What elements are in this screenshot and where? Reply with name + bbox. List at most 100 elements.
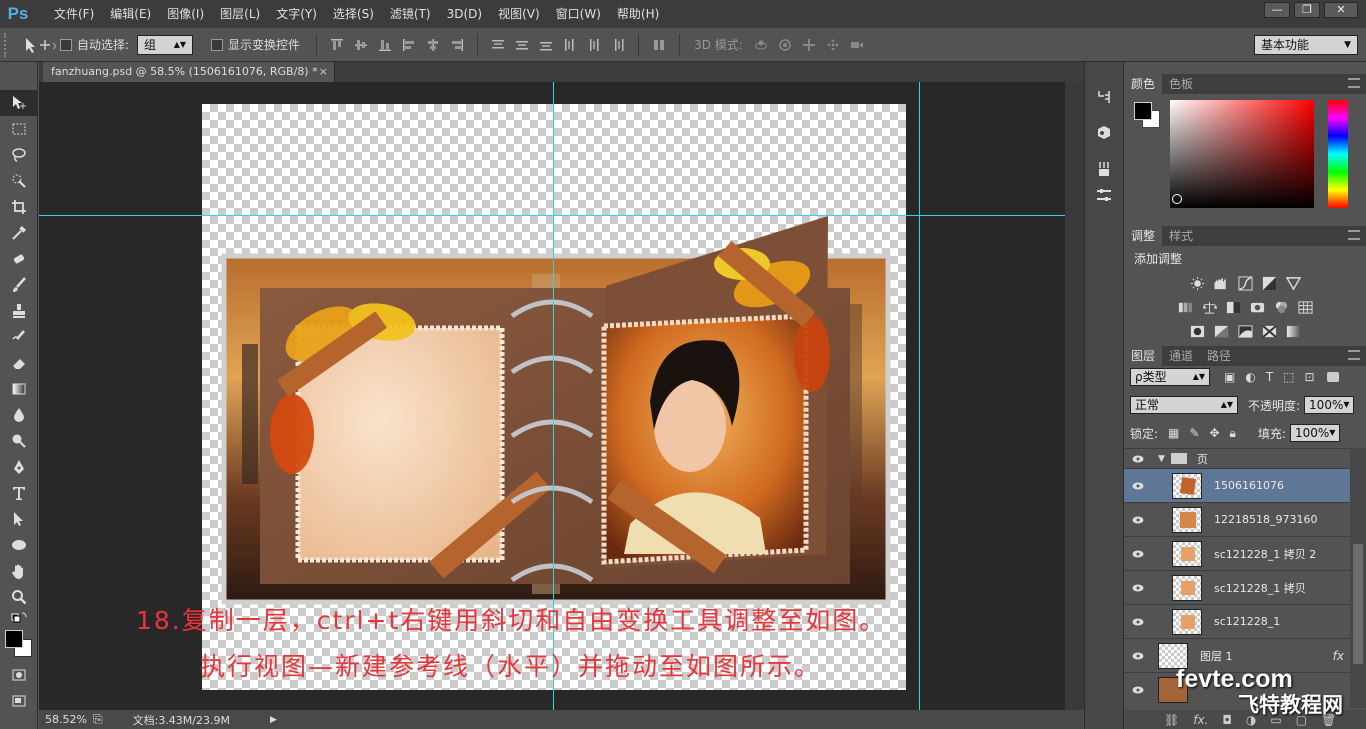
selective-color-icon[interactable] xyxy=(1260,323,1278,339)
filter-smart-object-icon[interactable]: ⊡ xyxy=(1305,370,1315,384)
3d-scale-icon[interactable] xyxy=(846,35,868,55)
align-hcenter-icon[interactable] xyxy=(422,35,444,55)
tab-styles[interactable]: 样式 xyxy=(1162,226,1200,246)
tab-layers[interactable]: 图层 xyxy=(1124,346,1163,366)
brush-presets-icon[interactable] xyxy=(1085,156,1123,182)
zoom-tool-icon[interactable] xyxy=(0,584,38,610)
brightness-icon[interactable] xyxy=(1188,275,1206,291)
tab-adjustments[interactable]: 调整 xyxy=(1124,226,1163,246)
blur-tool-icon[interactable] xyxy=(0,402,38,428)
history-panel-icon[interactable] xyxy=(1085,84,1123,110)
distribute-right-icon[interactable] xyxy=(607,35,629,55)
distribute-top-icon[interactable] xyxy=(487,35,509,55)
distribute-bottom-icon[interactable] xyxy=(535,35,557,55)
filter-pixel-icon[interactable]: ▣ xyxy=(1224,370,1235,384)
menu-type[interactable]: 文字(Y) xyxy=(268,0,325,28)
align-vcenter-icon[interactable] xyxy=(350,35,372,55)
screen-mode-icon[interactable] xyxy=(0,688,38,714)
lock-all-icon[interactable]: 🔒︎ xyxy=(1230,426,1236,441)
eraser-tool-icon[interactable] xyxy=(0,350,38,376)
posterize-icon[interactable] xyxy=(1212,323,1230,339)
panel-menu-icon[interactable] xyxy=(1348,350,1360,360)
hand-tool-icon[interactable] xyxy=(0,558,38,584)
close-button[interactable]: ✕ xyxy=(1324,2,1358,18)
eye-icon[interactable] xyxy=(1124,652,1152,660)
eye-icon[interactable] xyxy=(1124,618,1152,626)
eye-icon[interactable] xyxy=(1124,686,1152,694)
pen-tool-icon[interactable] xyxy=(0,454,38,480)
gradient-map-icon[interactable] xyxy=(1284,323,1302,339)
dodge-tool-icon[interactable] xyxy=(0,428,38,454)
clone-stamp-tool-icon[interactable] xyxy=(0,298,38,324)
vertical-scrollbar[interactable] xyxy=(1065,82,1084,710)
filter-type-icon[interactable]: T xyxy=(1266,370,1273,384)
hue-slider[interactable] xyxy=(1328,100,1348,208)
close-tab-icon[interactable]: × xyxy=(319,62,328,82)
filter-adjustment-icon[interactable]: ◐ xyxy=(1245,370,1255,384)
vibrance-icon[interactable] xyxy=(1284,275,1302,291)
filter-toggle[interactable] xyxy=(1326,372,1339,382)
tab-paths[interactable]: 路径 xyxy=(1200,346,1238,366)
crop-tool-icon[interactable] xyxy=(0,194,38,220)
menu-select[interactable]: 选择(S) xyxy=(325,0,382,28)
foreground-color-swatch[interactable] xyxy=(5,630,23,648)
invert-icon[interactable] xyxy=(1188,323,1206,339)
ellipse-shape-tool-icon[interactable] xyxy=(0,532,38,558)
tab-channels[interactable]: 通道 xyxy=(1162,346,1200,366)
path-selection-tool-icon[interactable] xyxy=(0,506,38,532)
hue-saturation-icon[interactable] xyxy=(1176,299,1194,315)
menu-window[interactable]: 窗口(W) xyxy=(548,0,609,28)
3d-roll-icon[interactable] xyxy=(774,35,796,55)
distribute-hcenter-icon[interactable] xyxy=(583,35,605,55)
export-icon[interactable]: ⎘ xyxy=(93,712,103,727)
zoom-level[interactable]: 58.52% xyxy=(45,713,89,726)
eye-icon[interactable] xyxy=(1124,584,1152,592)
layer-row[interactable]: 1506161076 xyxy=(1124,468,1350,502)
layer-row[interactable]: sc121228_1 xyxy=(1124,604,1350,638)
add-style-icon[interactable]: fx. xyxy=(1193,713,1208,727)
brush-tool-icon[interactable] xyxy=(0,272,38,298)
menu-image[interactable]: 图像(I) xyxy=(159,0,212,28)
status-menu-arrow-icon[interactable]: ▶ xyxy=(270,715,277,725)
tab-swatches[interactable]: 色板 xyxy=(1162,74,1200,94)
fill-field[interactable]: 100% ▼ xyxy=(1289,424,1340,442)
type-tool-icon[interactable] xyxy=(0,480,38,506)
link-layers-icon[interactable]: ⛓ xyxy=(1164,713,1179,727)
layer-row[interactable]: sc121228_1 拷贝 2 xyxy=(1124,536,1350,570)
color-picker-field[interactable] xyxy=(1170,100,1314,208)
options-grip[interactable] xyxy=(4,32,10,57)
minimize-button[interactable]: — xyxy=(1264,2,1290,18)
curves-icon[interactable] xyxy=(1236,275,1254,291)
move-tool-preset-icon[interactable] xyxy=(20,34,60,56)
align-top-icon[interactable] xyxy=(326,35,348,55)
horizontal-guide[interactable] xyxy=(39,215,1065,216)
brush-settings-icon[interactable] xyxy=(1085,182,1123,208)
move-tool-icon[interactable] xyxy=(0,90,38,116)
lock-pixels-icon[interactable]: ✎ xyxy=(1189,426,1199,441)
layer-fx-badge[interactable]: fx xyxy=(1333,649,1344,663)
threshold-icon[interactable] xyxy=(1236,323,1254,339)
blend-mode-dropdown[interactable]: 正常 ▲▼ xyxy=(1130,396,1238,414)
tab-color[interactable]: 颜色 xyxy=(1124,74,1163,94)
exposure-icon[interactable] xyxy=(1260,275,1278,291)
add-mask-icon[interactable]: ◘ xyxy=(1222,713,1232,727)
layer-group-row[interactable]: ▼ 页 xyxy=(1124,448,1350,468)
lock-transparent-icon[interactable]: ▦ xyxy=(1168,426,1179,441)
menu-file[interactable]: 文件(F) xyxy=(46,0,102,28)
photo-filter-icon[interactable] xyxy=(1248,299,1266,315)
3d-slide-icon[interactable] xyxy=(822,35,844,55)
menu-filter[interactable]: 滤镜(T) xyxy=(382,0,439,28)
layers-scroll-thumb[interactable] xyxy=(1353,544,1363,664)
3d-rotate-icon[interactable] xyxy=(750,35,772,55)
align-right-icon[interactable] xyxy=(446,35,468,55)
layers-scrollbar[interactable] xyxy=(1350,448,1366,708)
panel-menu-icon[interactable] xyxy=(1348,230,1360,240)
eye-icon[interactable] xyxy=(1124,516,1152,524)
menu-edit[interactable]: 编辑(E) xyxy=(102,0,159,28)
eye-icon[interactable] xyxy=(1124,455,1152,463)
healing-brush-tool-icon[interactable] xyxy=(0,246,38,272)
color-balance-icon[interactable] xyxy=(1200,299,1218,315)
distribute-vcenter-icon[interactable] xyxy=(511,35,533,55)
panel-menu-icon[interactable] xyxy=(1348,78,1360,88)
layer-row[interactable]: 12218518_973160 xyxy=(1124,502,1350,536)
